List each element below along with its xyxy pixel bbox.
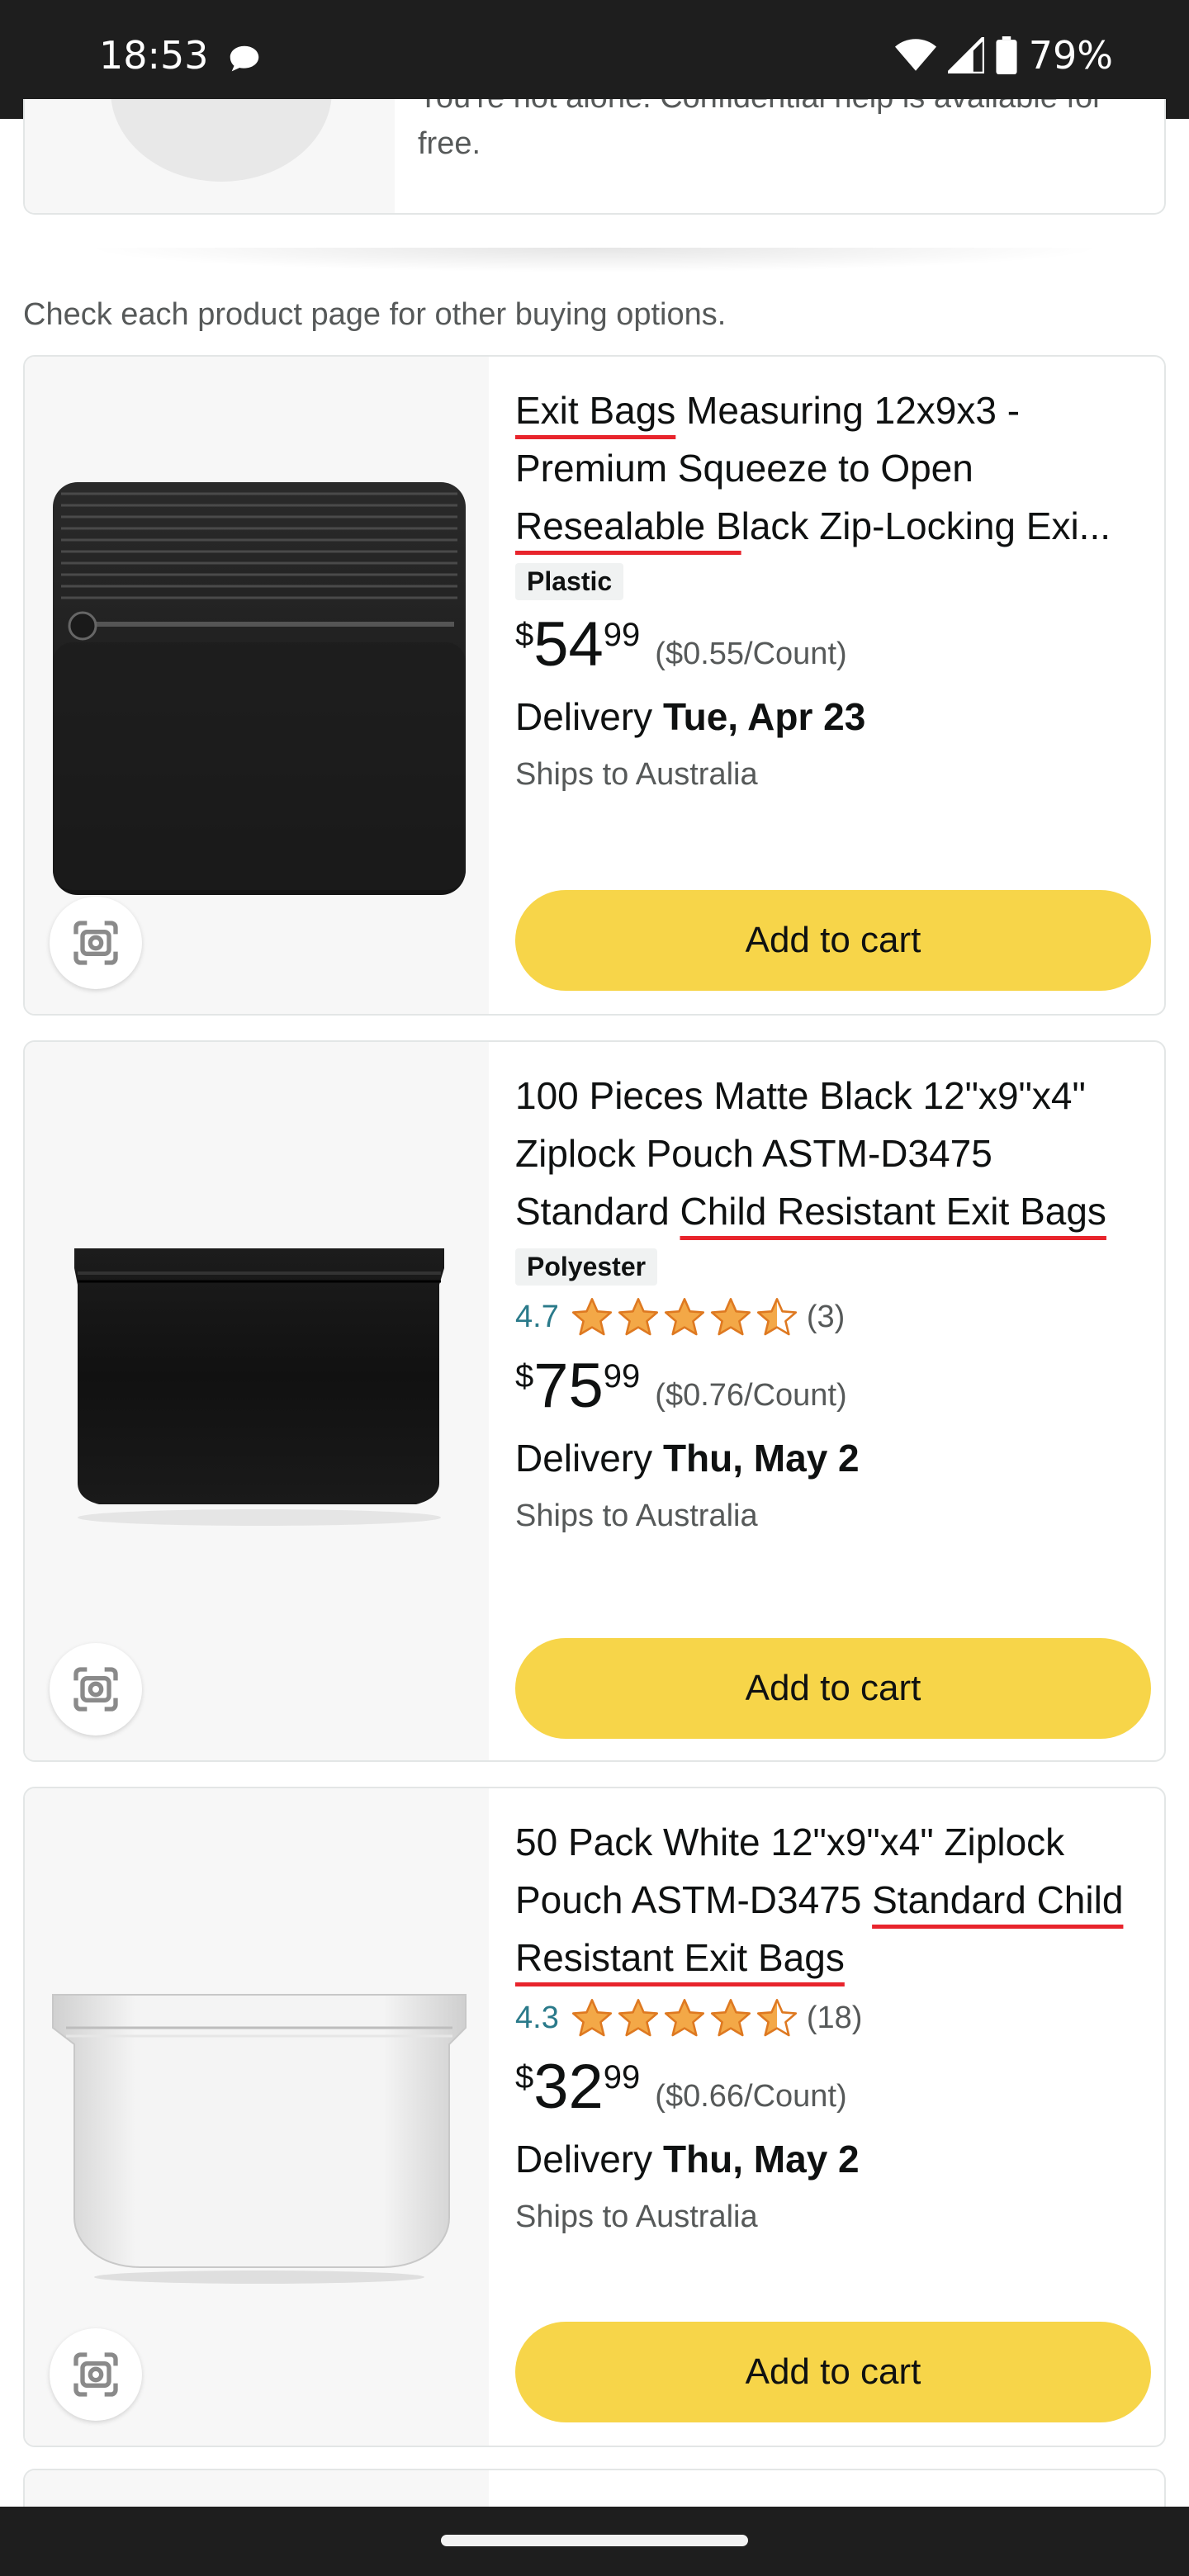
unit-price: ($0.76/Count)	[655, 1378, 847, 1413]
cell-signal-icon	[947, 37, 984, 73]
helpline-card[interactable]: You're not alone. Confidential help is a…	[23, 99, 1166, 215]
delivery-info: Delivery Tue, Apr 23	[515, 694, 1151, 739]
price-whole: 75	[533, 1351, 604, 1421]
price-currency: $	[515, 2059, 534, 2095]
battery-percentage: 79%	[1028, 33, 1113, 78]
unit-price: ($0.55/Count)	[655, 637, 847, 671]
title-highlight: Child Resistant Exit Bags	[680, 1190, 1106, 1233]
delivery-date: Tue, Apr 23	[662, 695, 866, 738]
product-card[interactable]: Exit Bags Measuring 12x9x3 - Premium Squ…	[23, 355, 1166, 1016]
material-badge: Plastic	[515, 563, 624, 600]
product-image-pane[interactable]	[25, 1042, 489, 1760]
wifi-icon	[894, 39, 936, 71]
section-divider	[83, 248, 1106, 272]
star-icon	[618, 1999, 658, 2037]
ships-to: Ships to Australia	[515, 2200, 758, 2234]
price-whole: 54	[533, 609, 604, 680]
home-gesture-handle[interactable]	[441, 2535, 748, 2546]
rating-row[interactable]: 4.7 (3)	[515, 1292, 1151, 1342]
star-icon	[664, 1999, 704, 2037]
visual-search-button[interactable]	[50, 1643, 142, 1735]
delivery-label: Delivery	[515, 2138, 653, 2181]
rating-count: (3)	[806, 1299, 846, 1334]
star-icon	[710, 1298, 751, 1336]
star-icon	[710, 1999, 751, 2037]
product-info: Exit Bags Measuring 12x9x3 - Premium Squ…	[515, 381, 1151, 793]
ships-to: Ships to Australia	[515, 1499, 758, 1533]
visual-search-button[interactable]	[50, 2328, 142, 2421]
product-info: 50 Pack White 12"x9"x4" Ziplock Pouch AS…	[515, 1813, 1151, 2235]
product-image-pane[interactable]	[25, 357, 489, 1014]
navigation-bar	[0, 2507, 1189, 2576]
delivery-label: Delivery	[515, 1437, 653, 1480]
price: $ 32 99 ($0.66/Count)	[515, 2054, 1151, 2124]
price-whole: 32	[533, 2052, 604, 2122]
camera-lens-icon	[73, 921, 118, 965]
title-highlight: Exit Bags	[515, 389, 676, 432]
rating-value: 4.7	[515, 1299, 559, 1334]
add-to-cart-button[interactable]: Add to cart	[515, 2322, 1151, 2422]
star-rating	[571, 1996, 798, 2039]
rating-value: 4.3	[515, 2000, 559, 2035]
product-image[interactable]	[50, 1232, 469, 1562]
product-image-pane[interactable]	[25, 1788, 489, 2446]
helpline-icon	[111, 99, 332, 182]
product-title[interactable]: 100 Pieces Matte Black 12"x9"x4" Ziplock…	[515, 1067, 1151, 1240]
star-icon	[571, 1298, 612, 1336]
star-icon	[618, 1298, 658, 1336]
camera-lens-icon	[73, 1667, 118, 1712]
delivery-label: Delivery	[515, 695, 653, 738]
price: $ 75 99 ($0.76/Count)	[515, 1353, 1151, 1423]
delivery-date: Thu, May 2	[662, 1437, 860, 1480]
title-highlight: Resealable B	[515, 504, 741, 547]
delivery-info: Delivery Thu, May 2	[515, 2137, 1151, 2181]
unit-price: ($0.66/Count)	[655, 2079, 847, 2114]
delivery-date: Thu, May 2	[662, 2138, 860, 2181]
price: $ 54 99 ($0.55/Count)	[515, 612, 1151, 681]
camera-lens-icon	[73, 2352, 118, 2397]
star-icon	[571, 1999, 612, 2037]
buying-options-note: Check each product page for other buying…	[23, 297, 727, 332]
battery-icon	[996, 36, 1017, 74]
delivery-info: Delivery Thu, May 2	[515, 1436, 1151, 1480]
status-time: 18:53	[99, 33, 209, 78]
product-card[interactable]: 100 Pieces Matte Black 12"x9"x4" Ziplock…	[23, 1040, 1166, 1762]
star-icon	[756, 1999, 797, 2037]
material-badge: Polyester	[515, 1248, 658, 1286]
visual-search-button[interactable]	[50, 897, 142, 989]
price-fraction: 99	[603, 2059, 641, 2095]
rating-row[interactable]: 4.3 (18)	[515, 1993, 1151, 2043]
star-rating	[571, 1295, 798, 1338]
star-icon	[664, 1298, 704, 1336]
rating-count: (18)	[806, 2000, 863, 2035]
product-card[interactable]: 50 Pack White 12"x9"x4" Ziplock Pouch AS…	[23, 1787, 1166, 2447]
add-to-cart-button[interactable]: Add to cart	[515, 1638, 1151, 1739]
helpline-image-pane	[25, 99, 395, 213]
price-fraction: 99	[603, 1358, 641, 1395]
product-title[interactable]: Exit Bags Measuring 12x9x3 - Premium Squ…	[515, 381, 1151, 555]
price-currency: $	[515, 1358, 534, 1395]
price-fraction: 99	[603, 617, 641, 653]
helpline-text: You're not alone. Confidential help is a…	[418, 99, 1103, 161]
price-currency: $	[515, 617, 534, 653]
product-image[interactable]	[50, 477, 469, 900]
add-to-cart-button[interactable]: Add to cart	[515, 890, 1151, 991]
product-title[interactable]: 50 Pack White 12"x9"x4" Ziplock Pouch AS…	[515, 1813, 1151, 1986]
star-icon	[756, 1298, 797, 1336]
title-text: lack Zip-Locking Exi...	[741, 504, 1111, 547]
ships-to: Ships to Australia	[515, 757, 758, 792]
product-image[interactable]	[50, 1953, 469, 2300]
product-info: 100 Pieces Matte Black 12"x9"x4" Ziplock…	[515, 1067, 1151, 1534]
chat-bubble-icon	[230, 45, 259, 72]
